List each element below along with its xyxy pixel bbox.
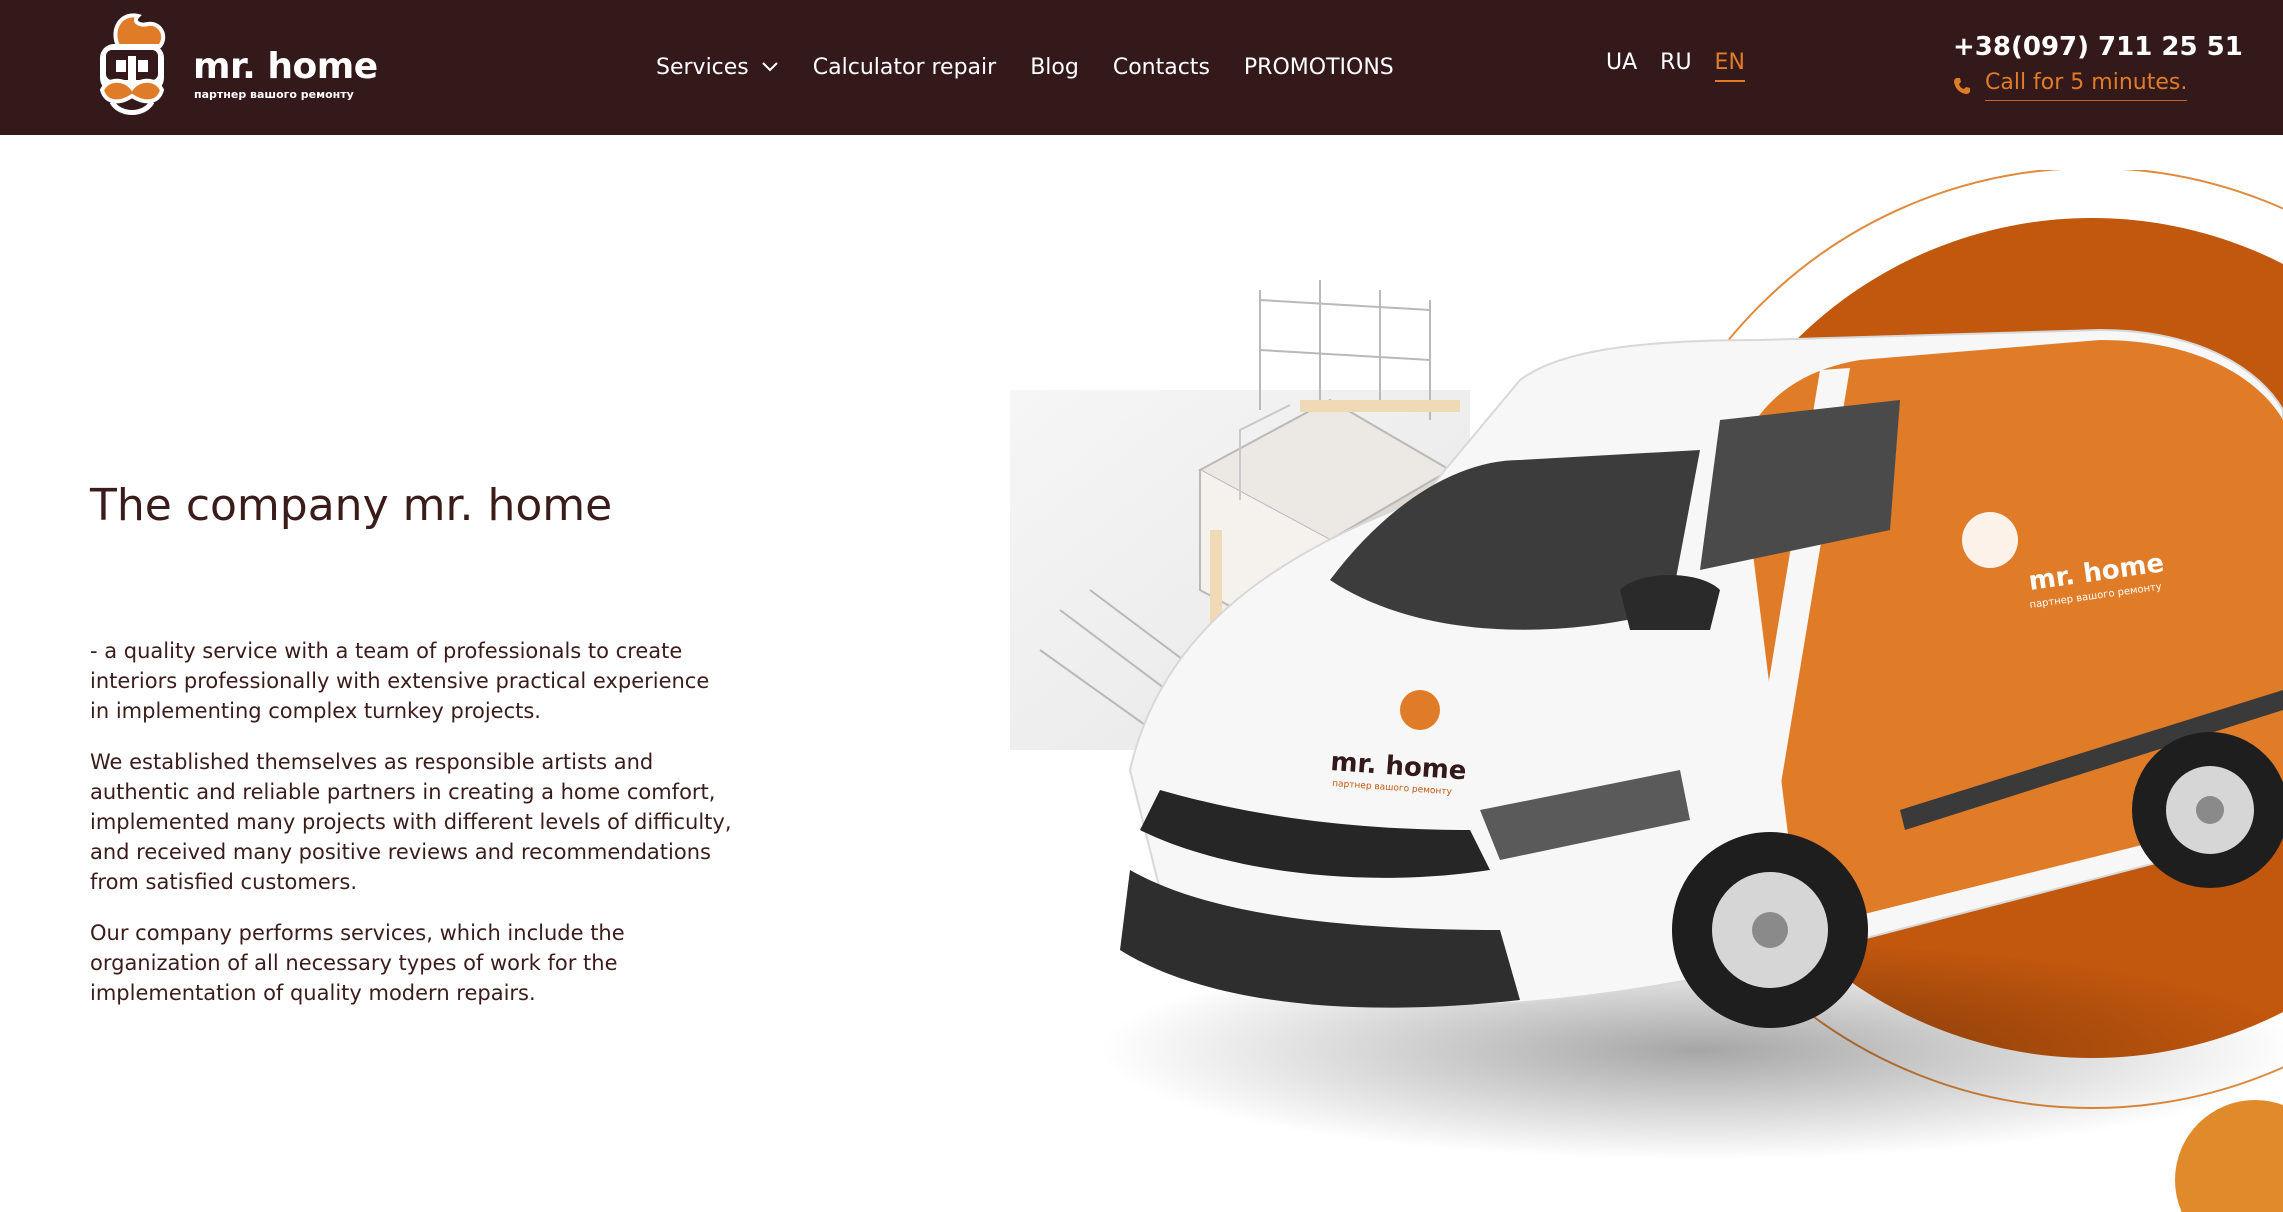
nav-promotions[interactable]: PROMOTIONS: [1244, 55, 1394, 80]
callback-link[interactable]: Call for 5 minutes.: [1953, 70, 2188, 101]
nav-services-label: Services: [656, 54, 749, 80]
mascot-logo-icon: [99, 13, 166, 115]
rear-wheel: [2132, 732, 2283, 888]
decor-circle-small: [2175, 1100, 2283, 1212]
logo-subtitle: партнер вашого ремонту: [194, 88, 354, 101]
phone-icon: [1954, 77, 1970, 94]
lang-ua[interactable]: UA: [1606, 50, 1637, 80]
lang-en[interactable]: EN: [1714, 50, 1745, 82]
nav-calculator-repair[interactable]: Calculator repair: [813, 55, 996, 80]
main-nav: Services Calculator repair Blog Contacts…: [656, 52, 1394, 82]
nav-contacts[interactable]: Contacts: [1113, 55, 1210, 80]
page-title: The company mr. home: [90, 480, 613, 531]
hero-illustration: mr. home партнер вашого ремонту mr. home…: [1000, 170, 2283, 1212]
nav-blog[interactable]: Blog: [1030, 55, 1079, 80]
site-header: mr. home партнер вашого ремонту Services…: [0, 0, 2283, 135]
logo[interactable]: mr. home партнер вашого ремонту: [88, 8, 388, 120]
language-switcher: UA RU EN: [1606, 50, 1745, 82]
chevron-down-icon: [762, 62, 778, 72]
nav-services[interactable]: Services: [656, 55, 779, 80]
description-paragraph: We established themselves as responsible…: [90, 750, 732, 894]
lang-ru[interactable]: RU: [1660, 50, 1691, 80]
phone-number[interactable]: +38(097) 711 25 51: [1953, 32, 2243, 62]
logo-title: mr. home: [193, 46, 378, 87]
description-paragraph: Our company performs services, which inc…: [90, 921, 625, 1005]
van-illustration: mr. home партнер вашого ремонту mr. home…: [1010, 170, 2283, 1212]
callback-text: Call for 5 minutes.: [1985, 70, 2188, 101]
company-description: - a quality service with a team of profe…: [90, 636, 735, 1029]
description-paragraph: - a quality service with a team of profe…: [90, 639, 710, 723]
front-wheel: [1672, 832, 1868, 1028]
